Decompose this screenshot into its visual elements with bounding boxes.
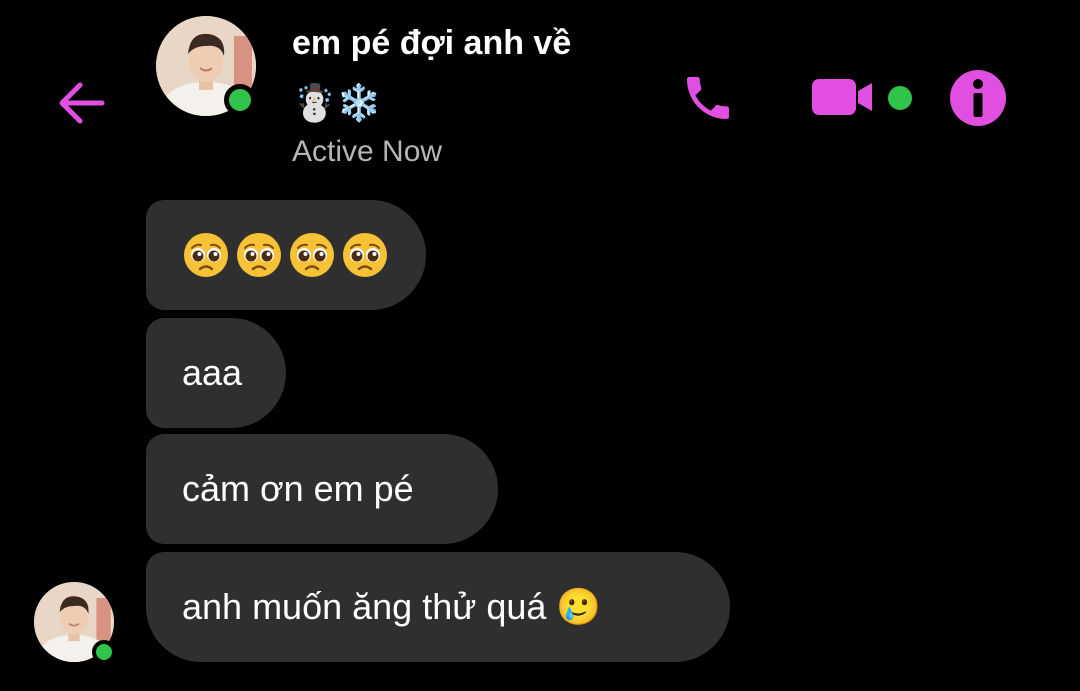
message-bubble[interactable]: cảm ơn em pé	[146, 434, 498, 544]
contact-avatar[interactable]	[156, 16, 256, 116]
online-status-dot	[92, 640, 116, 664]
arrow-left-icon	[59, 82, 105, 124]
video-camera-icon	[812, 79, 872, 115]
pleading-face-icon	[343, 233, 387, 277]
call-button[interactable]	[678, 68, 738, 128]
message-bubble[interactable]: 🥺🥺🥺🥺	[146, 200, 426, 310]
message-bubble[interactable]: anh muốn ăng thử quá 🥲	[146, 552, 730, 662]
back-button[interactable]	[52, 78, 108, 128]
pleading-face-icon	[237, 233, 281, 277]
video-call-button[interactable]	[808, 72, 878, 122]
contact-info[interactable]: em pé đợi anh về ☃️❄️ Active Now	[292, 22, 571, 170]
info-icon	[950, 70, 1006, 126]
contact-emoji: ☃️❄️	[292, 83, 382, 124]
message-bubble[interactable]: aaa	[146, 318, 286, 428]
message-text: cảm ơn em pé	[182, 468, 414, 509]
online-status-dot	[224, 84, 256, 116]
sender-avatar[interactable]	[34, 582, 116, 664]
pleading-face-icon	[184, 233, 228, 277]
video-active-dot	[888, 86, 912, 110]
active-status: Active Now	[292, 135, 443, 168]
message-text: anh muốn ăng thử quá 🥲	[182, 586, 602, 627]
info-button[interactable]	[946, 66, 1010, 130]
pleading-face-icon	[290, 233, 334, 277]
phone-icon	[687, 77, 729, 119]
message-text: aaa	[182, 352, 243, 393]
contact-name: em pé đợi anh về	[292, 24, 572, 62]
pleading-face-emoji-group	[182, 231, 394, 279]
